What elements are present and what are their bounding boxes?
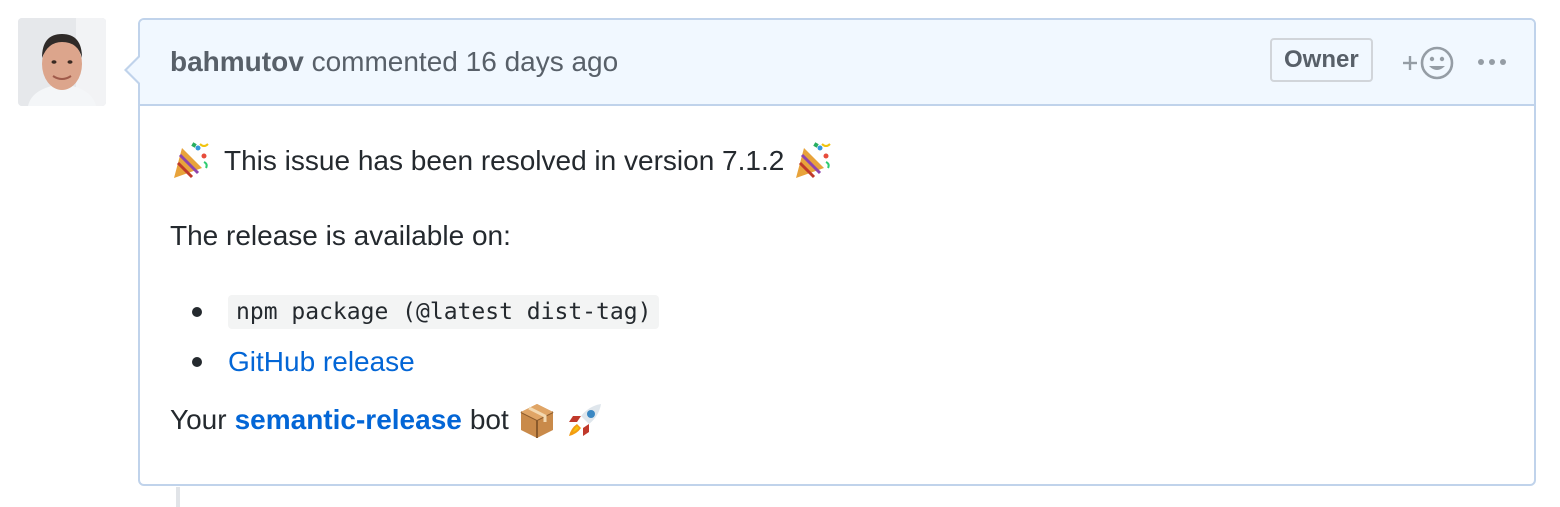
semantic-release-link[interactable]: semantic-release	[235, 404, 462, 436]
bullet	[192, 307, 202, 317]
package-icon	[517, 400, 557, 440]
resolved-line: This issue has been resolved in version …	[168, 140, 832, 182]
add-reaction-button[interactable]	[1400, 44, 1456, 82]
bullet	[192, 357, 202, 367]
party-popper-icon	[790, 140, 832, 182]
comment-header: bahmutov commented 16 days ago Owner	[140, 20, 1534, 106]
github-release-link[interactable]: GitHub release	[228, 346, 415, 378]
release-intro: The release is available on:	[170, 220, 511, 251]
owner-badge: Owner	[1270, 38, 1373, 82]
timeline-connector	[176, 487, 180, 507]
add-reaction-smiley-icon	[1403, 46, 1454, 80]
party-popper-icon	[168, 140, 210, 182]
more-options-button[interactable]	[1476, 54, 1508, 70]
signature-prefix: Your	[170, 404, 227, 435]
comment-meta: bahmutov commented 16 days ago	[170, 46, 618, 78]
comment-box: bahmutov commented 16 days ago Owner Thi…	[124, 18, 1536, 486]
author-avatar[interactable]	[18, 18, 106, 106]
signature-suffix: bot	[469, 404, 509, 435]
comment-timestamp-link[interactable]: 16 days ago	[466, 46, 619, 77]
comment-body: This issue has been resolved in version …	[140, 106, 1534, 486]
kebab-horizontal-icon	[1478, 59, 1506, 65]
comment-pointer-fill	[127, 56, 141, 84]
npm-package-code: npm package (@latest dist-tag)	[228, 295, 660, 329]
signature-line: Your semantic-release bot	[170, 400, 605, 440]
comment-action: commented	[311, 46, 458, 77]
author-link[interactable]: bahmutov	[170, 46, 304, 77]
resolved-text: This issue has been resolved in version …	[224, 145, 785, 176]
rocket-icon	[565, 400, 605, 440]
